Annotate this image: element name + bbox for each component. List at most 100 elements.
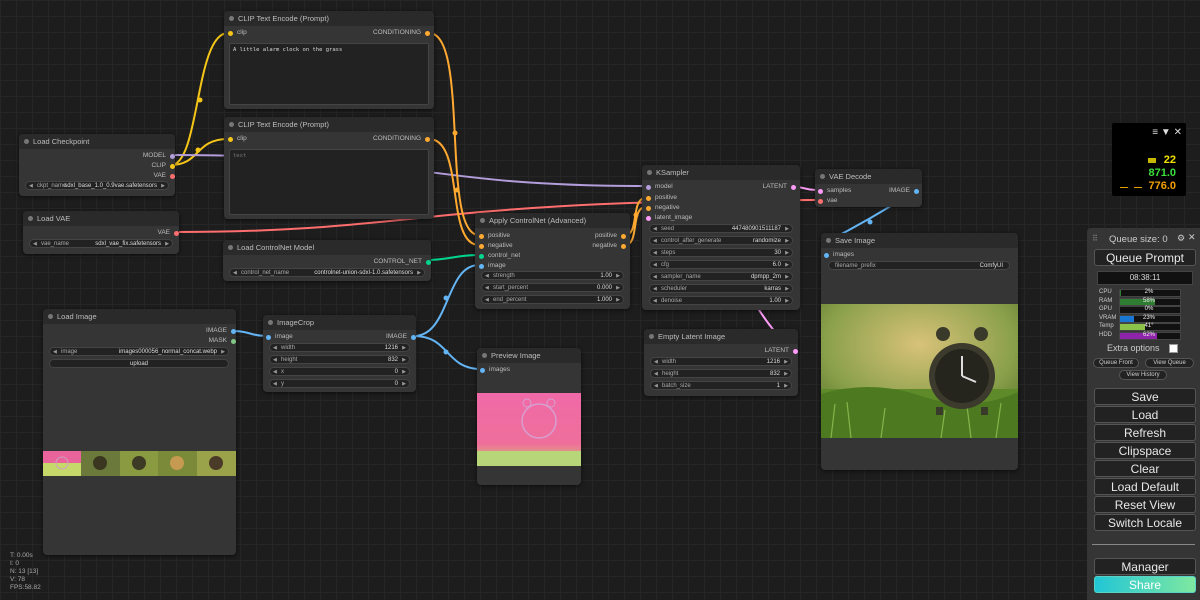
input-images[interactable]: images — [824, 250, 854, 260]
height-input[interactable]: ◀ height 832 ▶ — [650, 369, 792, 378]
node-title[interactable]: CLIP Text Encode (Prompt) — [224, 11, 434, 26]
node-title[interactable]: Preview Image — [477, 348, 581, 363]
crop-height-input[interactable]: ◀ height 832 ▶ — [269, 355, 410, 364]
save-button[interactable]: Save — [1094, 388, 1196, 405]
node-image-crop[interactable]: ImageCrop image IMAGE ◀ width 1216 ▶ ◀ heigh… — [263, 315, 416, 392]
node-save-image[interactable]: Save Image images filename_prefix ComfyUI — [821, 233, 1018, 470]
prompt-textarea[interactable]: A little alarm clock on the grass — [229, 43, 429, 105]
node-title[interactable]: CLIP Text Encode (Prompt) — [224, 117, 434, 132]
refresh-button[interactable]: Refresh — [1094, 424, 1196, 441]
load-button[interactable]: Load — [1094, 406, 1196, 423]
switch-locale-button[interactable]: Switch Locale — [1094, 514, 1196, 531]
node-apply-controlnet[interactable]: Apply ControlNet (Advanced) positive neg… — [475, 213, 630, 309]
input-negative[interactable]: negative — [646, 203, 680, 213]
batch-size-input[interactable]: ◀ batch_size 1 ▶ — [650, 381, 792, 390]
sampler-name-combo[interactable]: ◀ sampler_name dpmpp_2m ▶ — [649, 272, 793, 281]
input-positive[interactable]: positive — [479, 231, 510, 241]
extra-options-checkbox[interactable] — [1169, 344, 1178, 353]
reset-view-button[interactable]: Reset View — [1094, 496, 1196, 513]
node-load-controlnet-model[interactable]: Load ControlNet Model CONTROL_NET ◀ contr… — [223, 240, 431, 281]
triangle-down-icon[interactable]: ▼ — [1161, 127, 1171, 138]
node-title[interactable]: ImageCrop — [263, 315, 416, 330]
input-image[interactable]: image — [479, 261, 506, 271]
gear-icon[interactable]: ⚙ — [1177, 233, 1185, 244]
close-icon[interactable]: ✕ — [1174, 127, 1182, 138]
node-ksampler[interactable]: KSampler model positive negative latent_… — [642, 165, 800, 310]
node-vae-decode[interactable]: VAE Decode samples vae IMAGE — [815, 169, 922, 207]
output-vae[interactable]: VAE — [153, 171, 175, 181]
upload-button[interactable]: upload — [49, 359, 229, 368]
input-vae[interactable]: vae — [818, 196, 837, 206]
output-latent[interactable]: LATENT — [763, 182, 796, 192]
image-combo[interactable]: ◀ image images000056_normal_concat.webp ▶ — [49, 347, 229, 356]
denoise-input[interactable]: ◀ denoise 1.00 ▶ — [649, 296, 793, 305]
node-title[interactable]: Load ControlNet Model — [223, 240, 431, 255]
output-model[interactable]: MODEL — [143, 151, 175, 161]
view-history-button[interactable]: View History — [1119, 370, 1167, 380]
node-title[interactable]: Load VAE — [23, 211, 179, 226]
steps-input[interactable]: ◀ steps 30 ▶ — [649, 248, 793, 257]
node-load-vae[interactable]: Load VAE VAE ◀ vae_name sdxl_vae_fix.safe… — [23, 211, 179, 254]
strength-input[interactable]: ◀ strength 1.00 ▶ — [481, 271, 624, 280]
node-title[interactable]: KSampler — [642, 165, 800, 180]
share-button[interactable]: Share — [1094, 576, 1196, 593]
control-net-name-combo[interactable]: ◀ control_net_name controlnet-union-sdxl-… — [229, 268, 425, 277]
node-title[interactable]: Empty Latent Image — [644, 329, 798, 344]
negative-prompt-textarea[interactable]: text — [229, 149, 429, 215]
crop-y-input[interactable]: ◀ y 0 ▶ — [269, 379, 410, 388]
crop-width-input[interactable]: ◀ width 1216 ▶ — [269, 343, 410, 352]
output-control-net[interactable]: CONTROL_NET — [374, 257, 431, 267]
crop-x-input[interactable]: ◀ x 0 ▶ — [269, 367, 410, 376]
seed-input[interactable]: ◀ seed 447480901511187 ▶ — [649, 224, 793, 233]
filename-prefix-input[interactable]: filename_prefix ComfyUI — [828, 261, 1010, 270]
input-clip[interactable]: clip — [228, 134, 247, 144]
node-load-image[interactable]: Load Image IMAGE MASK ◀ image images000056… — [43, 309, 236, 555]
input-samples[interactable]: samples — [818, 186, 851, 196]
vae-name-combo[interactable]: ◀ vae_name sdxl_vae_fix.safetensors ▶ — [29, 239, 173, 248]
start-percent-input[interactable]: ◀ start_percent 0.000 ▶ — [481, 283, 624, 292]
node-clip-text-encode-negative[interactable]: CLIP Text Encode (Prompt) clip CONDITION… — [224, 117, 434, 219]
close-icon[interactable]: ✕ — [1188, 232, 1196, 243]
scheduler-combo[interactable]: ◀ scheduler karras ▶ — [649, 284, 793, 293]
output-latent[interactable]: LATENT — [765, 346, 798, 356]
node-title[interactable]: Save Image — [821, 233, 1018, 248]
output-mask[interactable]: MASK — [209, 336, 236, 346]
input-latent-image[interactable]: latent_image — [646, 213, 692, 223]
output-negative[interactable]: negative — [592, 241, 626, 251]
output-clip[interactable]: CLIP — [152, 161, 175, 171]
node-title[interactable]: VAE Decode — [815, 169, 922, 184]
output-image[interactable]: IMAGE — [206, 326, 236, 336]
input-clip[interactable]: clip — [228, 28, 247, 38]
node-load-checkpoint[interactable]: Load Checkpoint MODEL CLIP VAE ◀ ckpt_nam… — [19, 134, 175, 196]
load-default-button[interactable]: Load Default — [1094, 478, 1196, 495]
view-queue-button[interactable]: View Queue — [1145, 358, 1194, 368]
queue-front-button[interactable]: Queue Front — [1093, 358, 1139, 368]
output-image[interactable]: IMAGE — [386, 332, 416, 342]
input-negative[interactable]: negative — [479, 241, 513, 251]
control-after-generate-combo[interactable]: ◀ control_after_generate randomize ▶ — [649, 236, 793, 245]
drag-handle-icon[interactable]: ⠿ — [1092, 234, 1098, 243]
width-input[interactable]: ◀ width 1216 ▶ — [650, 357, 792, 366]
node-title[interactable]: Load Image — [43, 309, 236, 324]
output-image[interactable]: IMAGE — [889, 186, 919, 196]
clear-button[interactable]: Clear — [1094, 460, 1196, 477]
output-vae[interactable]: VAE — [157, 228, 179, 238]
node-clip-text-encode-positive[interactable]: CLIP Text Encode (Prompt) clip CONDITION… — [224, 11, 434, 109]
cfg-input[interactable]: ◀ cfg 6.0 ▶ — [649, 260, 793, 269]
node-title[interactable]: Apply ControlNet (Advanced) — [475, 213, 630, 228]
input-model[interactable]: model — [646, 182, 673, 192]
input-images[interactable]: images — [480, 365, 510, 375]
menu-icon[interactable]: ≡ — [1152, 127, 1158, 138]
input-image[interactable]: image — [266, 332, 293, 342]
node-title[interactable]: Load Checkpoint — [19, 134, 175, 149]
manager-button[interactable]: Manager — [1094, 558, 1196, 575]
input-control-net[interactable]: control_net — [479, 251, 520, 261]
output-conditioning[interactable]: CONDITIONING — [373, 28, 430, 38]
output-positive[interactable]: positive — [595, 231, 626, 241]
queue-prompt-button[interactable]: Queue Prompt — [1094, 249, 1196, 266]
node-empty-latent-image[interactable]: Empty Latent Image LATENT ◀ width 1216 ▶ ◀ h… — [644, 329, 798, 396]
clipspace-button[interactable]: Clipspace — [1094, 442, 1196, 459]
output-conditioning[interactable]: CONDITIONING — [373, 134, 430, 144]
end-percent-input[interactable]: ◀ end_percent 1.000 ▶ — [481, 295, 624, 304]
ckpt-name-combo[interactable]: ◀ ckpt_name sdxl_base_1.0_0.9vae.safetens… — [25, 181, 169, 190]
